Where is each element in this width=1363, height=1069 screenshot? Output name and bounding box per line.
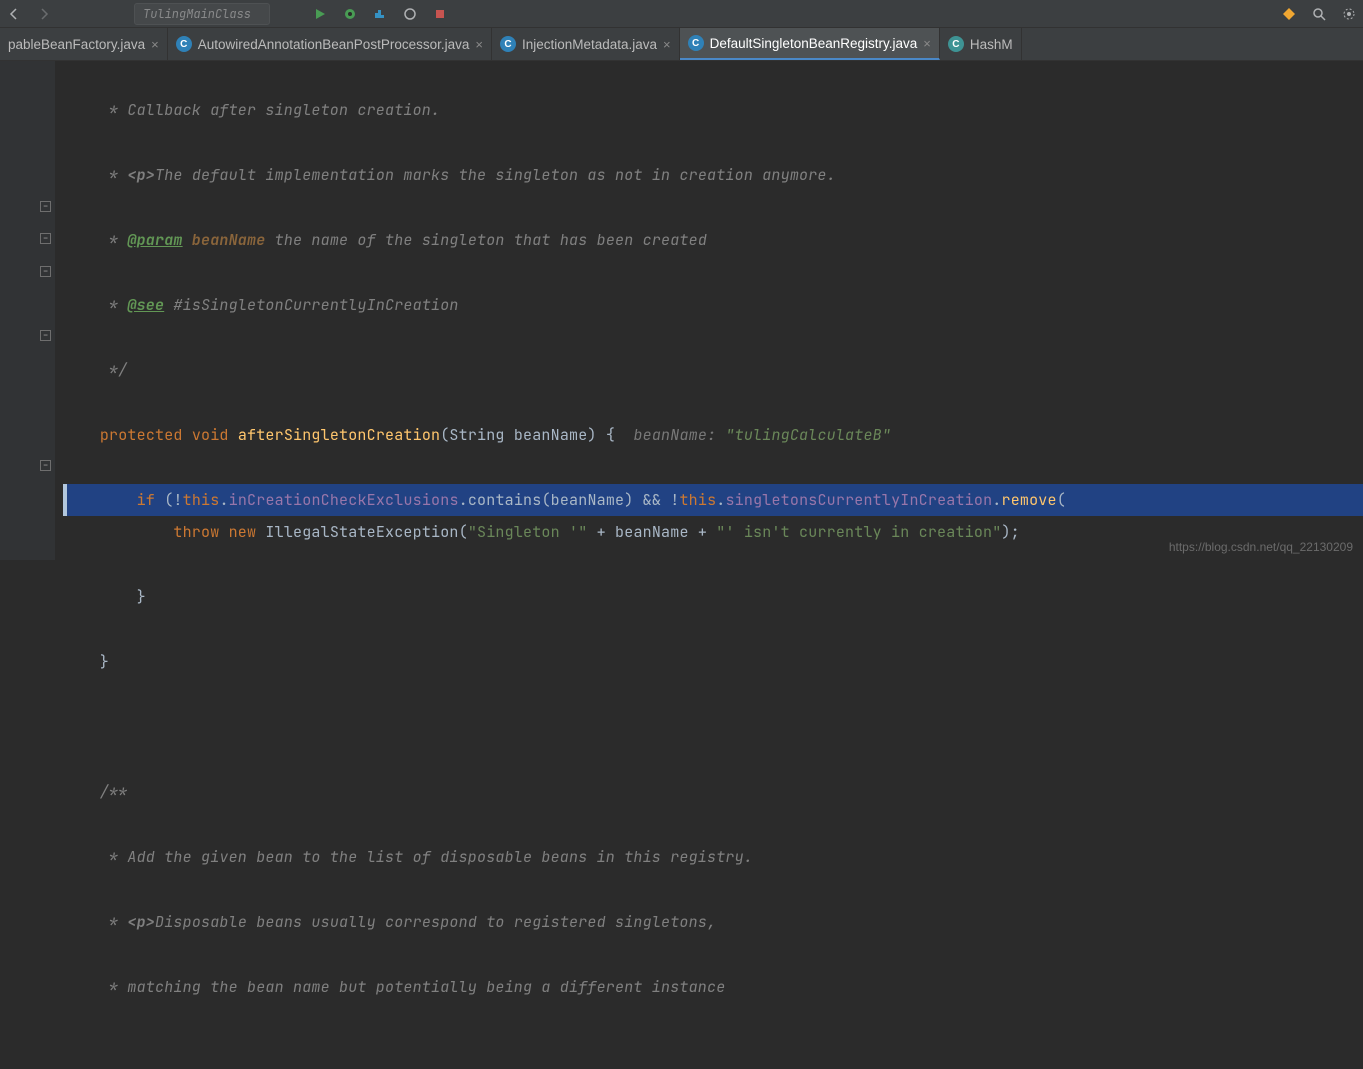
stop-icon[interactable] <box>430 4 450 24</box>
highlighted-line: if (!this.inCreationCheckExclusions.cont… <box>63 484 1363 517</box>
tab-default-singleton-bean-registry[interactable]: C DefaultSingletonBeanRegistry.java × <box>680 28 940 60</box>
tab-label: InjectionMetadata.java <box>522 37 657 52</box>
editor-tab-bar: pableBeanFactory.java × C AutowiredAnnot… <box>0 28 1363 61</box>
back-icon[interactable] <box>4 4 24 24</box>
close-icon[interactable]: × <box>663 37 671 52</box>
code-line: */ <box>63 354 1363 387</box>
code-line: * <p>The default implementation marks th… <box>63 159 1363 192</box>
coverage-icon[interactable] <box>370 4 390 24</box>
fold-marker-icon[interactable] <box>40 330 51 341</box>
code-line: } <box>63 646 1363 679</box>
fold-marker-icon[interactable] <box>40 201 51 212</box>
profile-icon[interactable] <box>400 4 420 24</box>
code-line: * <p>Disposable beans usually correspond… <box>63 906 1363 939</box>
code-line: * Callback after singleton creation. <box>63 94 1363 127</box>
tab-hashmap[interactable]: C HashM <box>940 28 1022 60</box>
class-icon: C <box>500 36 516 52</box>
close-icon[interactable]: × <box>151 37 159 52</box>
run-configuration-selector[interactable]: TulingMainClass <box>134 3 270 25</box>
tab-pable-bean-factory[interactable]: pableBeanFactory.java × <box>0 28 168 60</box>
tab-label: HashM <box>970 37 1013 52</box>
class-icon: C <box>688 35 704 51</box>
code-line: * @see #isSingletonCurrentlyInCreation <box>63 289 1363 322</box>
tab-injection-metadata[interactable]: C InjectionMetadata.java × <box>492 28 680 60</box>
fold-marker-icon[interactable] <box>40 233 51 244</box>
class-icon: C <box>176 36 192 52</box>
search-icon[interactable] <box>1309 4 1329 24</box>
code-editor[interactable]: * Callback after singleton creation. * <… <box>0 61 1363 560</box>
code-line: * Add the given bean to the list of disp… <box>63 841 1363 874</box>
close-icon[interactable]: × <box>923 36 931 51</box>
tab-label: pableBeanFactory.java <box>8 37 145 52</box>
main-toolbar: TulingMainClass <box>0 0 1363 28</box>
code-line: * matching the bean name but potentially… <box>63 971 1363 1004</box>
watermark-text: https://blog.csdn.net/qq_22130209 <box>1169 540 1353 554</box>
git-icon[interactable] <box>1279 4 1299 24</box>
caret-indicator <box>63 484 67 517</box>
code-line: } <box>63 581 1363 614</box>
code-area[interactable]: * Callback after singleton creation. * <… <box>55 61 1363 560</box>
editor-gutter <box>0 61 55 560</box>
close-icon[interactable]: × <box>475 37 483 52</box>
tab-label: AutowiredAnnotationBeanPostProcessor.jav… <box>198 37 470 52</box>
tab-label: DefaultSingletonBeanRegistry.java <box>710 36 918 51</box>
debug-icon[interactable] <box>340 4 360 24</box>
class-icon: C <box>948 36 964 52</box>
settings-icon[interactable] <box>1339 4 1359 24</box>
code-line: protected void afterSingletonCreation(St… <box>63 419 1363 452</box>
tab-autowired-annotation[interactable]: C AutowiredAnnotationBeanPostProcessor.j… <box>168 28 492 60</box>
code-line: * @param beanName the name of the single… <box>63 224 1363 257</box>
run-icon[interactable] <box>310 4 330 24</box>
fold-marker-icon[interactable] <box>40 460 51 471</box>
fold-marker-icon[interactable] <box>40 266 51 277</box>
code-line: /** <box>63 776 1363 809</box>
forward-icon[interactable] <box>34 4 54 24</box>
